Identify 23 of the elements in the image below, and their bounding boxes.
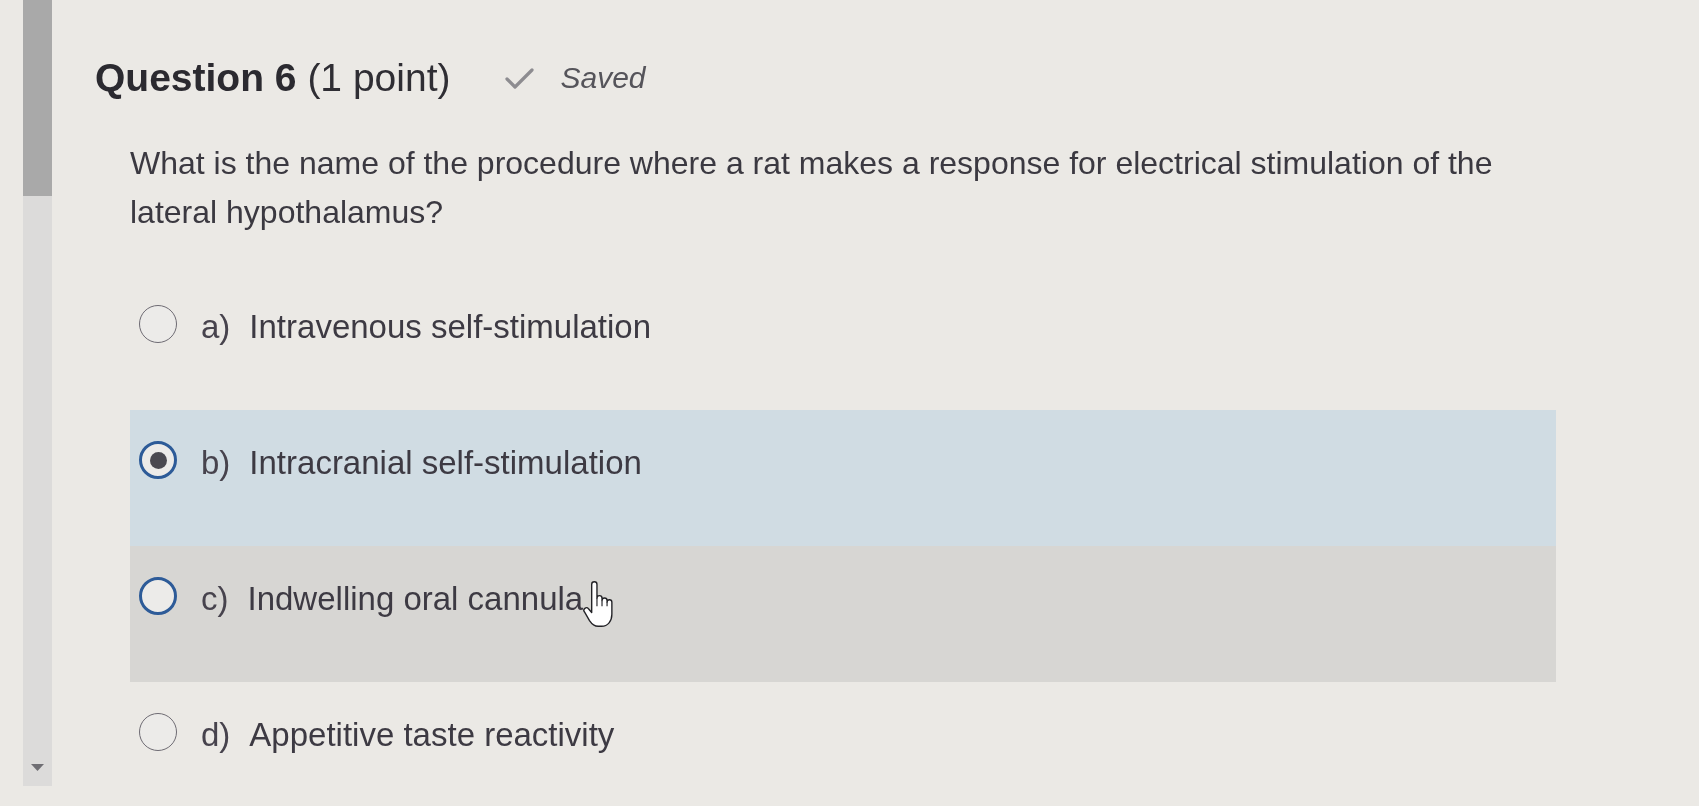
option-letter: a) [201, 307, 231, 347]
radio-button[interactable] [139, 577, 177, 615]
option-letter: d) [201, 715, 231, 755]
answer-option[interactable]: b) Intracranial self-stimulation [130, 410, 1556, 546]
radio-button[interactable] [139, 305, 177, 343]
scrollbar-thumb[interactable] [23, 0, 52, 196]
saved-status: Saved [560, 60, 646, 96]
radio-button[interactable] [139, 713, 177, 751]
option-letter: b) [201, 443, 231, 483]
option-label: Appetitive taste reactivity [249, 715, 615, 755]
answer-option[interactable]: c) Indwelling oral cannula [130, 546, 1556, 682]
option-letter: c) [201, 579, 229, 619]
question-title: Question 6 (1 point) [95, 55, 451, 101]
down-arrow-icon[interactable] [31, 764, 44, 771]
answer-option[interactable]: a) Intravenous self-stimulation [130, 274, 1556, 410]
hand-cursor-icon [583, 581, 614, 628]
option-label: Intracranial self-stimulation [249, 443, 642, 483]
option-label: Intravenous self-stimulation [249, 307, 652, 347]
checkmark-icon [505, 67, 535, 89]
answer-option[interactable]: d) Appetitive taste reactivity [130, 682, 1556, 806]
radio-button[interactable] [139, 441, 177, 479]
option-label: Indwelling oral cannula [247, 579, 584, 619]
question-text: What is the name of the procedure where a rat makes a response for electrical stimulation of the lateral hypothalamus? [130, 144, 1494, 232]
